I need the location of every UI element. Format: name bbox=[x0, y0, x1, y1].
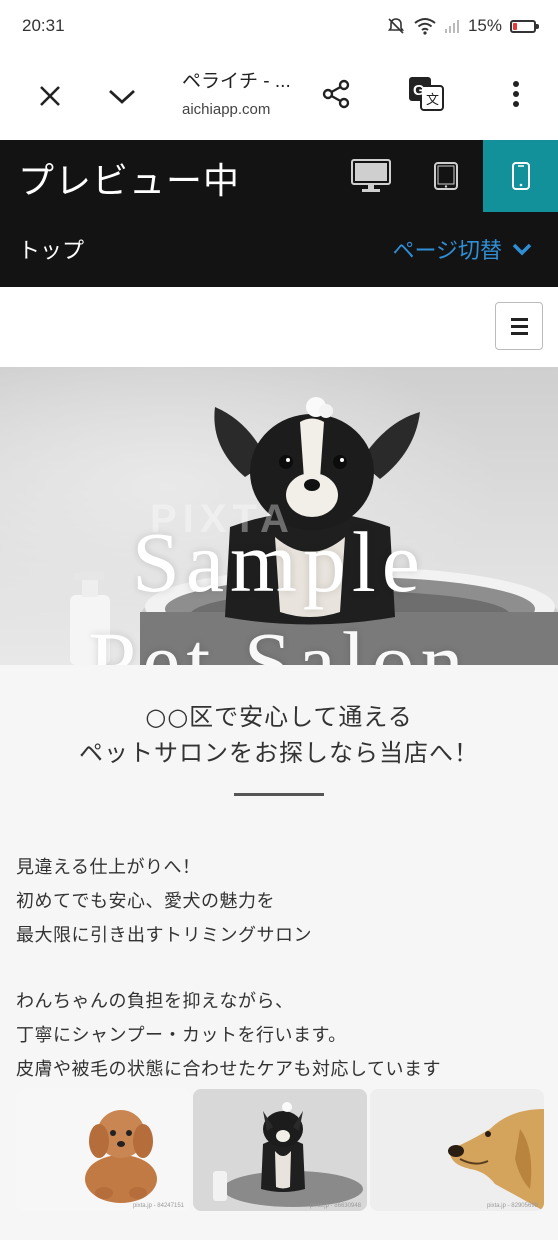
mute-bell-icon bbox=[387, 18, 405, 34]
chevron-down-icon bbox=[512, 243, 532, 256]
gallery-photo-poodle: pixta.jp - 84247151 bbox=[16, 1089, 190, 1211]
browser-title-area[interactable]: ペライチ - ... aichiapp.com bbox=[182, 66, 291, 118]
para-line: わんちゃんの負担を抑えながら、 bbox=[16, 991, 294, 1012]
more-menu-button[interactable] bbox=[486, 64, 546, 124]
intro-paragraph-2: わんちゃんの負担を抑えながら、 丁寧にシャンプー・カットを行います。 皮膚や被毛… bbox=[0, 985, 558, 1087]
svg-text:文: 文 bbox=[426, 92, 439, 107]
headline-line-2: ペットサロンをお探しなら当店へ！ bbox=[79, 739, 479, 767]
site-header bbox=[0, 287, 558, 367]
page-switch-label: ページ切替 bbox=[392, 239, 502, 264]
tablet-icon bbox=[433, 162, 458, 190]
current-page-label: トップ bbox=[18, 239, 85, 264]
photo-credit: pixta.jp - 82905698 bbox=[486, 1203, 538, 1209]
battery-icon bbox=[510, 19, 539, 33]
menu-icon-bar bbox=[510, 317, 528, 321]
device-switcher bbox=[333, 140, 558, 212]
para-line: 皮膚や被毛の状態に合わせたケアも対応しています bbox=[16, 1059, 441, 1080]
status-bar: 20:31 15% bbox=[0, 0, 558, 52]
mobile-view-button[interactable] bbox=[483, 140, 558, 212]
browser-url: aichiapp.com bbox=[182, 101, 271, 118]
desktop-view-button[interactable] bbox=[333, 140, 408, 212]
browser-toolbar: ペライチ - ... aichiapp.com G 文 bbox=[0, 52, 558, 140]
para-line: 最大限に引き出すトリミングサロン bbox=[16, 925, 312, 946]
translate-icon: G 文 bbox=[409, 77, 444, 111]
intro-headline: ○○区で安心して通える ペットサロンをお探しなら当店へ！ bbox=[0, 665, 558, 771]
headline-divider bbox=[234, 793, 324, 796]
desktop-icon bbox=[350, 159, 391, 192]
chihuahua-photo bbox=[213, 1102, 363, 1207]
intro-paragraph-1: 見違える仕上がりへ！ 初めてでも安心、愛犬の魅力を 最大限に引き出すトリミングサ… bbox=[0, 851, 558, 953]
wifi-icon bbox=[414, 18, 436, 35]
share-icon bbox=[322, 79, 350, 109]
status-time: 20:31 bbox=[22, 16, 65, 35]
more-vert-icon bbox=[513, 81, 519, 107]
gallery-photo-chihuahua: pixta.jp - 86630948 bbox=[193, 1089, 367, 1211]
poodle-photo bbox=[85, 1110, 157, 1203]
para-line: 初めてでも安心、愛犬の魅力を bbox=[16, 891, 275, 912]
hero-title-line1: Sample bbox=[132, 514, 426, 610]
signal-icon bbox=[444, 20, 459, 33]
svg-text:G: G bbox=[413, 82, 425, 99]
browser-page-title: ペライチ - ... bbox=[182, 71, 291, 92]
translate-button[interactable]: G 文 bbox=[396, 64, 456, 124]
gallery-photo-golden-retriever: pixta.jp - 82905698 bbox=[370, 1089, 544, 1211]
page-switch-button[interactable]: ページ切替 bbox=[392, 233, 532, 265]
photo-credit: pixta.jp - 84247151 bbox=[132, 1203, 184, 1209]
photo-gallery: pixta.jp - 84247151 pixta.jp - 86630948 bbox=[16, 1089, 544, 1211]
tablet-view-button[interactable] bbox=[408, 140, 483, 212]
intro-section: ○○区で安心して通える ペットサロンをお探しなら当店へ！ 見違える仕上がりへ！ … bbox=[0, 665, 558, 1240]
status-icons: 15% bbox=[386, 16, 539, 36]
battery-percent: 15% bbox=[467, 16, 502, 35]
menu-icon-bar bbox=[510, 331, 528, 335]
smartphone-icon bbox=[511, 162, 530, 190]
close-tab-button[interactable] bbox=[20, 66, 80, 126]
headline-line-1: ○○区で安心して通える bbox=[145, 703, 413, 731]
para-line: 見違える仕上がりへ！ bbox=[16, 857, 201, 878]
preview-bar: プレビュー中 トップ ページ切替 bbox=[0, 140, 558, 287]
menu-icon-bar bbox=[510, 324, 528, 328]
para-line: 丁寧にシャンプー・カットを行います。 bbox=[16, 1025, 347, 1046]
golden-retriever-photo bbox=[448, 1109, 544, 1211]
minimize-button[interactable] bbox=[92, 66, 152, 126]
preview-title: プレビュー中 bbox=[18, 161, 241, 202]
chevron-down-icon bbox=[109, 89, 135, 104]
close-icon bbox=[40, 86, 60, 106]
photo-credit: pixta.jp - 86630948 bbox=[309, 1203, 361, 1209]
hamburger-menu-button[interactable] bbox=[495, 302, 543, 350]
share-button[interactable] bbox=[306, 64, 366, 124]
